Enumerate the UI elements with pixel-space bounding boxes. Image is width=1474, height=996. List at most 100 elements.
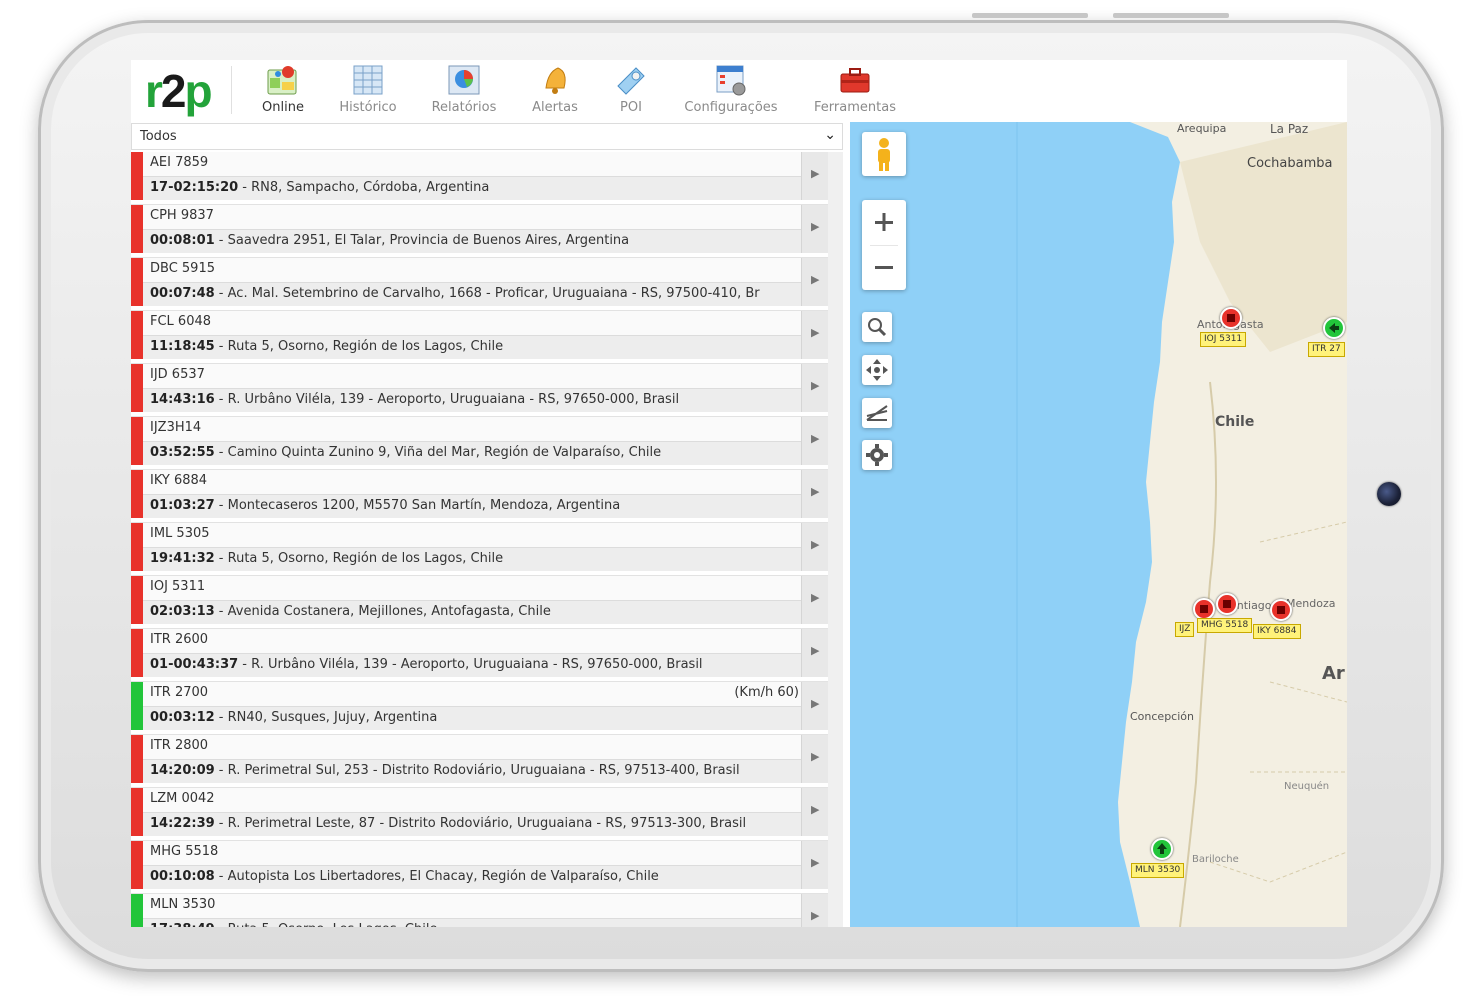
vehicle-row-detail: 01:03:27 - Montecaseros 1200, M5570 San … [143, 495, 801, 518]
vehicle-row-detail: 00:10:08 - Autopista Los Libertadores, E… [143, 866, 801, 889]
vehicle-elapsed-time: 00:08:01 [150, 233, 215, 248]
vehicle-row-header: IOJ 5311 [143, 576, 801, 601]
vehicle-plate: DBC 5915 [150, 261, 215, 276]
vehicle-address: Avenida Costanera, Mejillones, Antofagas… [227, 604, 551, 619]
vehicle-expand-button[interactable]: ▶ [801, 894, 829, 927]
toolbox-icon [838, 64, 872, 96]
street-view-pegman[interactable] [862, 132, 906, 176]
status-indicator [131, 682, 143, 730]
vehicle-row[interactable]: MLN 3530 17:38:49 - Ruta 5, Osorno, Los L… [131, 894, 829, 927]
vehicle-row-detail: 19:41:32 - Ruta 5, Osorno, Región de los… [143, 548, 801, 571]
vehicle-row-detail: 14:43:16 - R. Urbâno Viléla, 139 - Aerop… [143, 389, 801, 412]
toolbar-relatorios-button[interactable]: Relatórios [428, 64, 500, 120]
vehicle-plate: ITR 2600 [150, 632, 209, 647]
vehicle-row[interactable]: CPH 9837 00:08:01 - Saavedra 2951, El Tal… [131, 205, 829, 258]
vehicle-row-detail: 00:03:12 - RN40, Susques, Jujuy, Argenti… [143, 707, 801, 730]
vehicle-elapsed-time: 19:41:32 [150, 551, 215, 566]
vehicle-row[interactable]: AEI 7859 17-02:15:20 - RN8, Sampacho, Cór… [131, 152, 829, 205]
vehicle-expand-button[interactable]: ▶ [801, 152, 829, 200]
map-marker-ioj-5311[interactable] [1220, 307, 1242, 329]
toolbar-poi-button[interactable]: POI [608, 64, 654, 120]
zoom-in-button[interactable] [862, 200, 906, 245]
vehicle-expand-button[interactable]: ▶ [801, 735, 829, 783]
vehicle-row[interactable]: IJZ3H14 03:52:55 - Camino Quinta Zunino 9… [131, 417, 829, 470]
vehicle-plate: IJZ3H14 [150, 420, 202, 435]
toolbar-online-button[interactable]: Online [253, 64, 313, 120]
vehicle-plate: FCL 6048 [150, 314, 212, 329]
toolbar-ferramentas-button[interactable]: Ferramentas [811, 64, 899, 120]
toolbar-alertas-button[interactable]: Alertas [527, 64, 583, 120]
map-label-argentina: Ar [1322, 663, 1345, 684]
map-marker-mln-3530[interactable] [1151, 838, 1173, 860]
caret-right-icon: ▶ [811, 273, 820, 286]
vehicle-row[interactable]: ITR 2800 14:20:09 - R. Perimetral Sul, 25… [131, 735, 829, 788]
vehicle-expand-button[interactable]: ▶ [801, 629, 829, 677]
status-indicator [131, 417, 143, 465]
vehicle-row-header: ITR 2600 [143, 629, 801, 654]
vehicle-row-detail: 14:22:39 - R. Perimetral Leste, 87 - Dis… [143, 813, 801, 836]
vehicle-row[interactable]: IOJ 5311 02:03:13 - Avenida Costanera, Me… [131, 576, 829, 629]
map-label-neuquen: Neuquén [1284, 781, 1330, 792]
vehicle-expand-button[interactable]: ▶ [801, 576, 829, 624]
vehicle-row[interactable]: ITR 2700 (Km/h 60) 00:03:12 - RN40, Susque… [131, 682, 829, 735]
vehicle-expand-button[interactable]: ▶ [801, 682, 829, 730]
caret-right-icon: ▶ [811, 379, 820, 392]
status-indicator [131, 629, 143, 677]
map-label-arequipa: Arequipa [1177, 122, 1227, 135]
toolbar-divider [231, 66, 232, 114]
vehicle-expand-button[interactable]: ▶ [801, 311, 829, 359]
vehicle-expand-button[interactable]: ▶ [801, 364, 829, 412]
map-layers-button[interactable] [862, 398, 892, 428]
vehicle-address: R. Urbâno Viléla, 139 - Aeroporto, Urugu… [251, 657, 703, 672]
status-indicator [131, 576, 143, 624]
map-marker-itr-2700[interactable] [1323, 317, 1345, 339]
vehicle-row-header: ITR 2800 [143, 735, 801, 760]
map-settings-button[interactable] [862, 440, 892, 470]
vehicle-plate: ITR 2700 [150, 685, 209, 700]
vehicle-row[interactable]: ITR 2600 01-00:43:37 - R. Urbâno Viléla, … [131, 629, 829, 682]
map-label-concepcion: Concepción [1130, 710, 1194, 723]
vehicle-address: R. Perimetral Sul, 253 - Distrito Rodovi… [227, 763, 740, 778]
vehicle-row[interactable]: IKY 6884 01:03:27 - Montecaseros 1200, M5… [131, 470, 829, 523]
vehicle-row-header: DBC 5915 [143, 258, 801, 283]
volume-button [972, 13, 1088, 18]
vehicle-expand-button[interactable]: ▶ [801, 417, 829, 465]
map-marker-mhg-5518[interactable] [1216, 593, 1238, 615]
map-marker-ijz3h14[interactable] [1193, 598, 1215, 620]
map-search-button[interactable] [862, 312, 892, 342]
arrow-left-icon [1329, 323, 1339, 333]
vehicle-row[interactable]: IJD 6537 14:43:16 - R. Urbâno Viléla, 139… [131, 364, 829, 417]
vehicle-row[interactable]: IML 5305 19:41:32 - Ruta 5, Osorno, Regió… [131, 523, 829, 576]
vehicle-filter-select[interactable]: Todos ⌄ [131, 123, 843, 150]
vehicle-address: Autopista Los Libertadores, El Chacay, R… [227, 869, 659, 884]
vehicle-expand-button[interactable]: ▶ [801, 258, 829, 306]
map-marker-iky-6884[interactable] [1270, 599, 1292, 621]
vehicle-expand-button[interactable]: ▶ [801, 788, 829, 836]
map-view[interactable]: Arequipa La Paz Cochabamba Antofagasta C… [850, 122, 1347, 927]
vehicle-expand-button[interactable]: ▶ [801, 523, 829, 571]
vehicle-plate: ITR 2800 [150, 738, 209, 753]
vehicle-row-header: LZM 0042 [143, 788, 801, 813]
map-pan-button[interactable] [862, 355, 892, 385]
caret-right-icon: ▶ [811, 432, 820, 445]
poi-pin-icon [614, 64, 648, 96]
vehicle-row[interactable]: MHG 5518 00:10:08 - Autopista Los Liberta… [131, 841, 829, 894]
map-label-chile: Chile [1215, 414, 1255, 430]
vehicle-expand-button[interactable]: ▶ [801, 470, 829, 518]
toolbar-configuracoes-button[interactable]: Configurações [681, 64, 781, 120]
settings-sheet-icon [714, 64, 748, 96]
power-button [1113, 13, 1229, 18]
vehicle-elapsed-time: 01:03:27 [150, 498, 215, 513]
home-camera-icon [1377, 482, 1401, 506]
toolbar-historico-button[interactable]: Histórico [334, 64, 402, 120]
vehicle-expand-button[interactable]: ▶ [801, 841, 829, 889]
list-scrollbar[interactable] [828, 152, 843, 927]
vehicle-expand-button[interactable]: ▶ [801, 205, 829, 253]
vehicle-elapsed-time: 14:43:16 [150, 392, 215, 407]
vehicle-row[interactable]: FCL 6048 11:18:45 - Ruta 5, Osorno, Regió… [131, 311, 829, 364]
zoom-out-button[interactable] [862, 245, 906, 290]
status-indicator [131, 523, 143, 571]
vehicle-speed: (Km/h 60) [734, 685, 799, 700]
vehicle-row[interactable]: LZM 0042 14:22:39 - R. Perimetral Leste, … [131, 788, 829, 841]
vehicle-row[interactable]: DBC 5915 00:07:48 - Ac. Mal. Setembrino d… [131, 258, 829, 311]
